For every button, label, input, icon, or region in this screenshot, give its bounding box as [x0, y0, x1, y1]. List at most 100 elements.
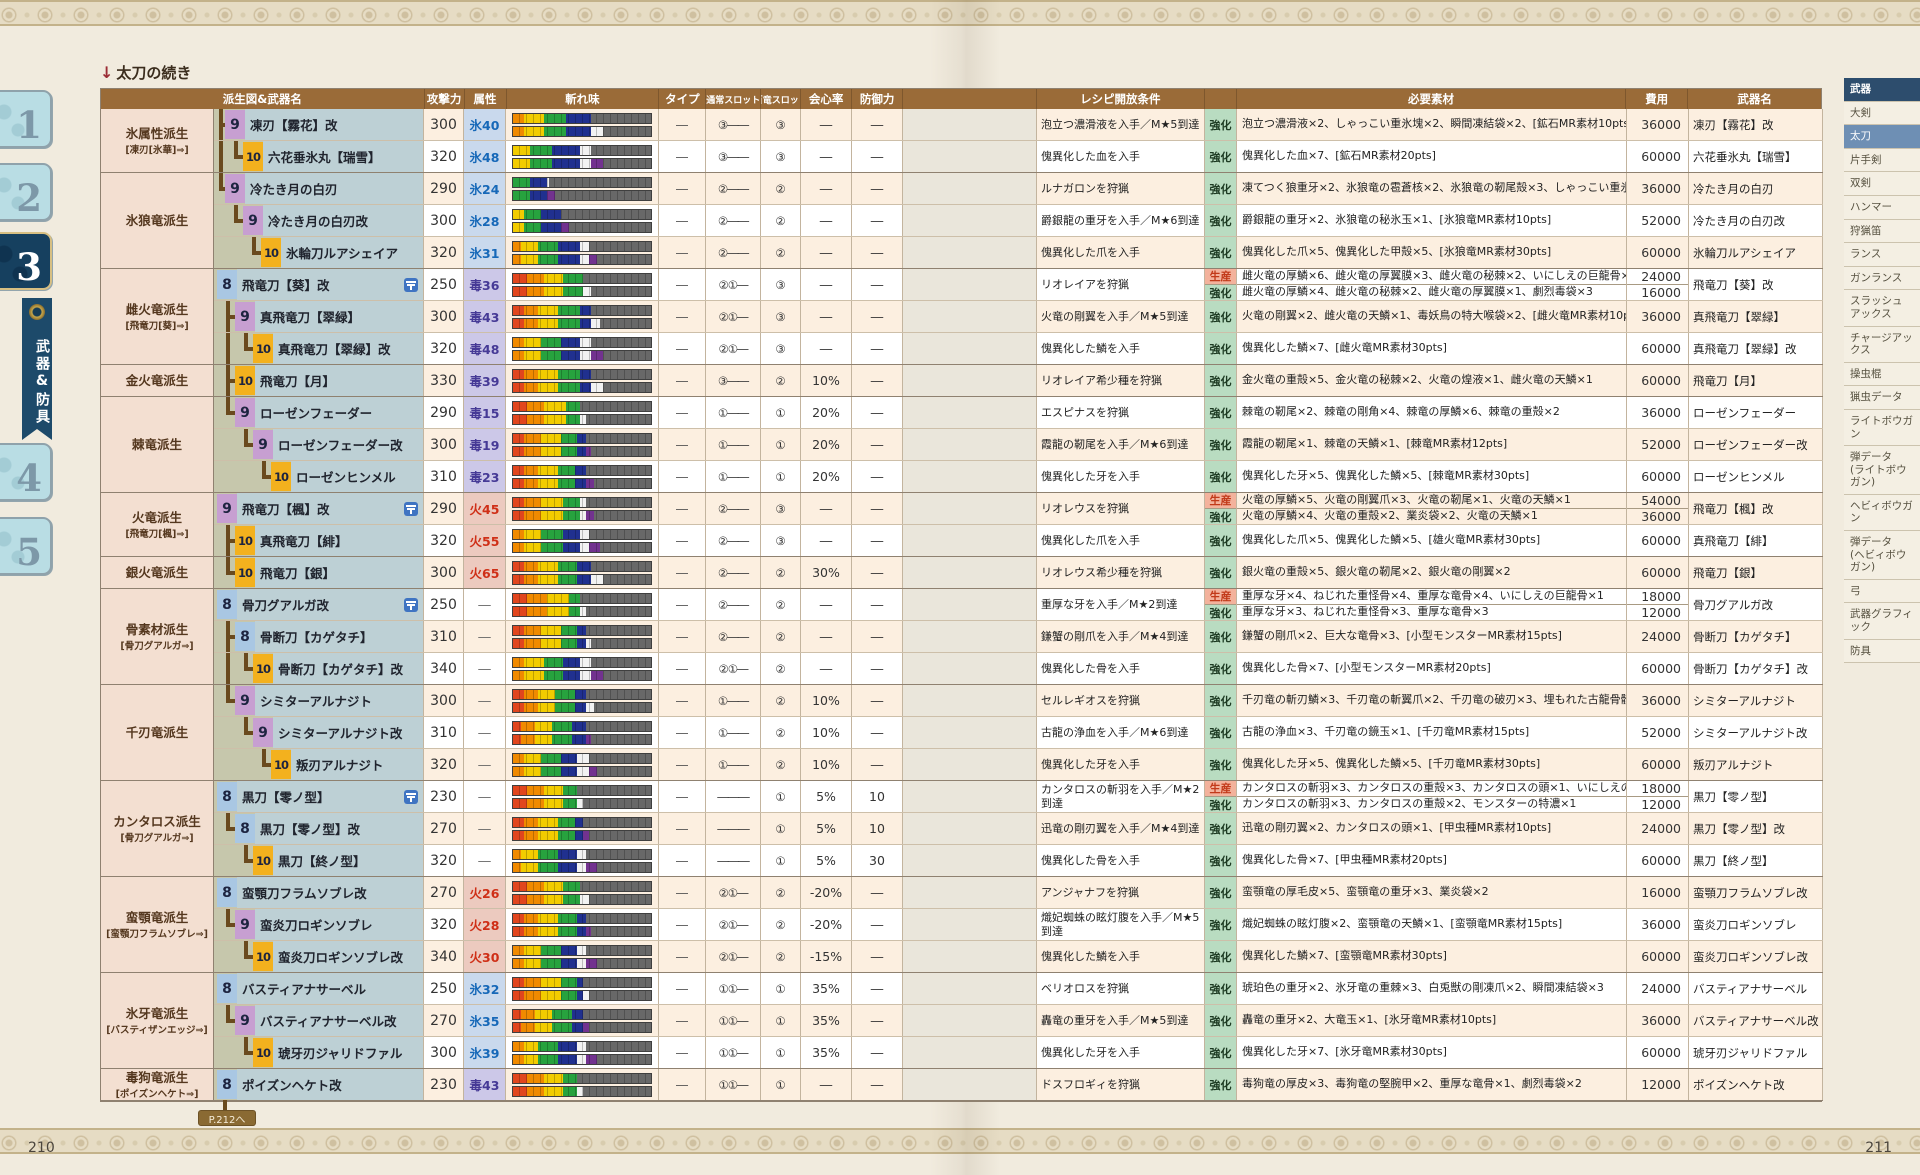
- attack-value: 270: [424, 813, 464, 844]
- cost-cell: 60000: [1627, 525, 1689, 556]
- element-value: 氷48: [464, 141, 506, 172]
- type-value: ―: [659, 525, 706, 556]
- left-tab-number: 3: [16, 249, 42, 286]
- recipe-condition: 重厚な牙を入手／M★2到達: [1037, 589, 1205, 620]
- sidebar-item: 武器: [1844, 78, 1920, 102]
- image-placeholder-cell: [903, 397, 1037, 428]
- weapon-name-right: 真飛竜刀【緋】: [1689, 525, 1823, 556]
- upgrade-badge: 強化: [1205, 941, 1236, 972]
- sharpness-bar-max: [512, 286, 652, 297]
- type-value: ―: [659, 269, 706, 300]
- recipe-condition: 傀異化した鱗を入手: [1037, 941, 1205, 972]
- type-value: ―: [659, 173, 706, 204]
- materials-cell: 棘竜の靭尾×2、棘竜の剛角×4、棘竜の厚鱗×6、棘竜の重殻×2: [1237, 397, 1627, 428]
- sharpness-bar-max: [512, 830, 652, 841]
- slots-value: ①――: [706, 397, 761, 428]
- materials-text: 金火竜の重殻×5、金火竜の秘棘×2、火竜の煌液×1、雌火竜の天鱗×1: [1237, 365, 1626, 396]
- materials-text: 傀異化した爪×5、傀異化した甲殻×5、[氷狼竜MR素材30pts]: [1237, 237, 1626, 268]
- weapon-name: 骨断刀【カゲタチ】: [255, 627, 373, 646]
- cost-value: 54000: [1627, 493, 1688, 508]
- sharpness-cell: [506, 909, 659, 940]
- weapon-name-right: 真飛竜刀【翠緑】改: [1689, 333, 1823, 364]
- table-rows: 凍刃【霧花】改9300氷40―③――③――泡立つ濃滑液を入手／M★5到達強化泡立…: [214, 109, 1823, 1101]
- upgrade-cell: 強化: [1205, 1005, 1237, 1036]
- type-value: ―: [659, 1037, 706, 1068]
- attack-value: 290: [424, 493, 464, 524]
- materials-cell: 蛮顎竜の厚毛皮×5、蛮顎竜の重牙×3、業炎袋×2: [1237, 877, 1627, 908]
- image-placeholder-cell: [903, 621, 1037, 652]
- element-value: 毒43: [464, 1069, 506, 1100]
- group-name: 銀火竜派生: [126, 565, 189, 580]
- left-tab-5: 5: [0, 517, 52, 575]
- sharpness-cell: [506, 781, 659, 812]
- upgrade-badge: 強化: [1205, 717, 1236, 748]
- weapon-name-area: バスティアナサーベル: [237, 973, 423, 1004]
- cost-value: 36000: [1627, 508, 1688, 524]
- sharpness-ticks: [513, 191, 651, 200]
- affinity-value: ―: [801, 621, 852, 652]
- element-value: ―: [464, 781, 506, 812]
- sharpness-bar-base: [512, 433, 652, 444]
- attack-value: 290: [424, 173, 464, 204]
- type-value: ―: [659, 589, 706, 620]
- sharpness-bar-max: [512, 446, 652, 457]
- sharpness-bar-max: [512, 702, 652, 713]
- derivation-group-label: 火竜派生[飛竜刀[楓]⇒]: [101, 493, 214, 557]
- materials-text: 泡立つ濃滑液×2、しゃっこい重氷塊×2、瞬間凍結袋×2、[鉱石MR素材10pts…: [1237, 109, 1626, 140]
- derivation-group-label: 骨素材派生[骨刀グアルガ⇒]: [101, 589, 214, 685]
- sharpness-ticks: [513, 914, 651, 923]
- sharpness-bar-base: [512, 817, 652, 828]
- sharpness-bar-base: [512, 561, 652, 572]
- slots-value: ②①―: [706, 653, 761, 684]
- upgrade-cell: 強化: [1205, 813, 1237, 844]
- slots-value: ②――: [706, 205, 761, 236]
- cost-value: 12000: [1627, 604, 1688, 620]
- left-tab-2: 2: [0, 163, 52, 221]
- materials-cell: 毒狗竜の厚皮×3、毒狗竜の堅腕甲×2、重厚な竜骨×1、劇烈毒袋×2: [1237, 1069, 1627, 1100]
- cost-cell: 60000: [1627, 1037, 1689, 1068]
- rarity-badge: 10: [253, 1038, 273, 1067]
- image-placeholder-cell: [903, 301, 1037, 332]
- slots-value: ①――: [706, 429, 761, 460]
- sharpness-cell: [506, 1005, 659, 1036]
- cost-cell: 36000: [1627, 909, 1689, 940]
- cost-value: 60000: [1627, 653, 1688, 684]
- slots-value: ②――: [706, 621, 761, 652]
- group-source: [飛竜刀[葵]⇒]: [125, 318, 188, 332]
- weapon-name-area: 蛮炎刀ロギンソブレ改: [273, 941, 423, 972]
- attack-value: 290: [424, 397, 464, 428]
- affinity-value: ―: [801, 589, 852, 620]
- attack-value: 300: [424, 205, 464, 236]
- cost-value: 24000: [1627, 973, 1688, 1004]
- recipe-condition: 傀異化した骨を入手: [1037, 653, 1205, 684]
- rampage-slot-value: ①: [761, 973, 801, 1004]
- defense-value: 10: [852, 781, 903, 812]
- sharpness-ticks: [513, 639, 651, 648]
- tree-stem: [226, 653, 230, 684]
- sharpness-bar-max: [512, 1022, 652, 1033]
- rarity-badge: 8: [217, 270, 237, 299]
- cost-cell: 60000: [1627, 141, 1689, 172]
- sharpness-bar-max: [512, 1086, 652, 1097]
- upgrade-badge: 強化: [1205, 845, 1236, 876]
- materials-text: 火竜の厚鱗×5、火竜の剛翼爪×3、火竜の靭尾×1、火竜の天鱗×1: [1237, 493, 1626, 508]
- upgrade-cell: 強化: [1205, 1069, 1237, 1100]
- weapon-name-area: 真飛竜刀【緋】: [255, 525, 423, 556]
- affinity-value: -20%: [801, 877, 852, 908]
- sharpness-bar-base: [512, 593, 652, 604]
- sharpness-bar-max: [512, 254, 652, 265]
- sharpness-ticks: [513, 146, 651, 155]
- image-placeholder-cell: [903, 941, 1037, 972]
- sharpness-cell: [506, 269, 659, 300]
- sharpness-bar-base: [512, 657, 652, 668]
- recipe-condition: 傀異化した牙を入手: [1037, 1037, 1205, 1068]
- derivation-tree-cell: 黒刀【終ノ型】10: [214, 845, 424, 876]
- weapon-name: 飛竜刀【楓】改: [237, 499, 330, 518]
- sharpness-bar-base: [512, 177, 652, 188]
- recipe-condition: 爵銀龍の重牙を入手／M★6到達: [1037, 205, 1205, 236]
- sharpness-cell: [506, 141, 659, 172]
- defense-value: ―: [852, 301, 903, 332]
- sharpness-cell: [506, 877, 659, 908]
- table-row: 琥牙刃ジャリドファル10300氷39―①①―①35%―傀異化した牙を入手強化傀異…: [214, 1037, 1823, 1069]
- cost-value: 24000: [1627, 269, 1688, 284]
